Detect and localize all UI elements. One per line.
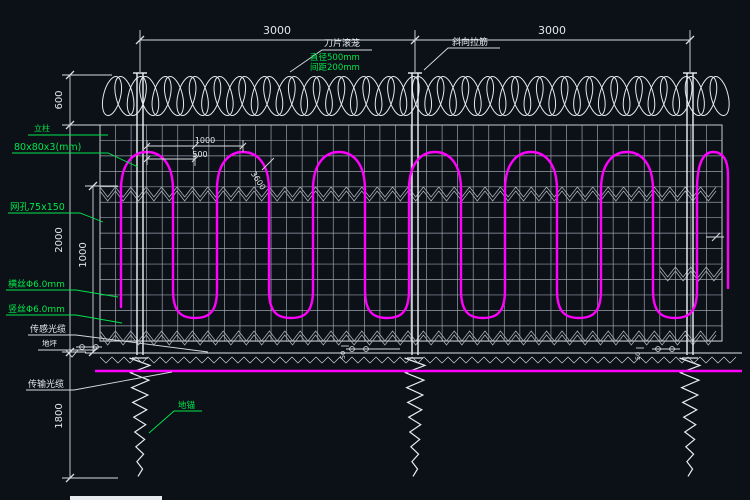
dim-span-left: 3000 — [263, 24, 291, 37]
label-razor-pitch: 间距200mm — [310, 63, 360, 73]
dim-span-right: 3000 — [538, 24, 566, 37]
ground-screws — [130, 358, 700, 476]
label-horizontal-wire: 横丝Φ6.0mm — [8, 278, 65, 290]
dim-top-spacing: 1000 — [195, 136, 215, 145]
dim-gap-right: 50 — [634, 352, 642, 360]
dim-fence-height: 2000 — [54, 227, 65, 252]
dim-cable-length: 3600 — [249, 170, 268, 192]
sheet-border-fragment — [70, 496, 162, 500]
label-transmission-cable: 传输光缆 — [28, 378, 64, 390]
label-razor-diameter: 直径500mm — [310, 52, 360, 63]
ground-fittings — [76, 345, 680, 352]
label-ground-level: 地坪 — [42, 338, 57, 348]
label-post-spec: 80x80x3(mm) — [14, 142, 81, 153]
label-vertical-wire: 竖丝Φ6.0mm — [8, 303, 65, 315]
dim-gap-mid: 50 — [339, 351, 347, 359]
label-diagonal-tie: 斜向拉筋 — [452, 36, 488, 48]
cad-canvas[interactable]: 3000 3000 600 2000 1000 1800 1000 500 36… — [0, 0, 750, 500]
dim-inner-height: 1000 — [78, 242, 89, 267]
label-ground-anchor: 地锚 — [178, 400, 196, 411]
label-post: 立柱 — [34, 123, 50, 133]
label-sensor-cable: 传感光缆 — [30, 323, 66, 335]
fence-cad-drawing: 3000 3000 600 2000 1000 1800 1000 500 36… — [0, 0, 750, 500]
dim-coil-height: 600 — [54, 90, 65, 109]
label-razor-coil: 刀片滚笼 — [324, 37, 360, 49]
label-mesh-spec: 网孔75x150 — [10, 202, 65, 213]
dim-anchor-depth: 1800 — [54, 403, 65, 428]
razor-coil — [99, 75, 733, 118]
dim-top-half-spacing: 500 — [192, 150, 207, 159]
sensor-cable-serpentine — [121, 152, 728, 318]
